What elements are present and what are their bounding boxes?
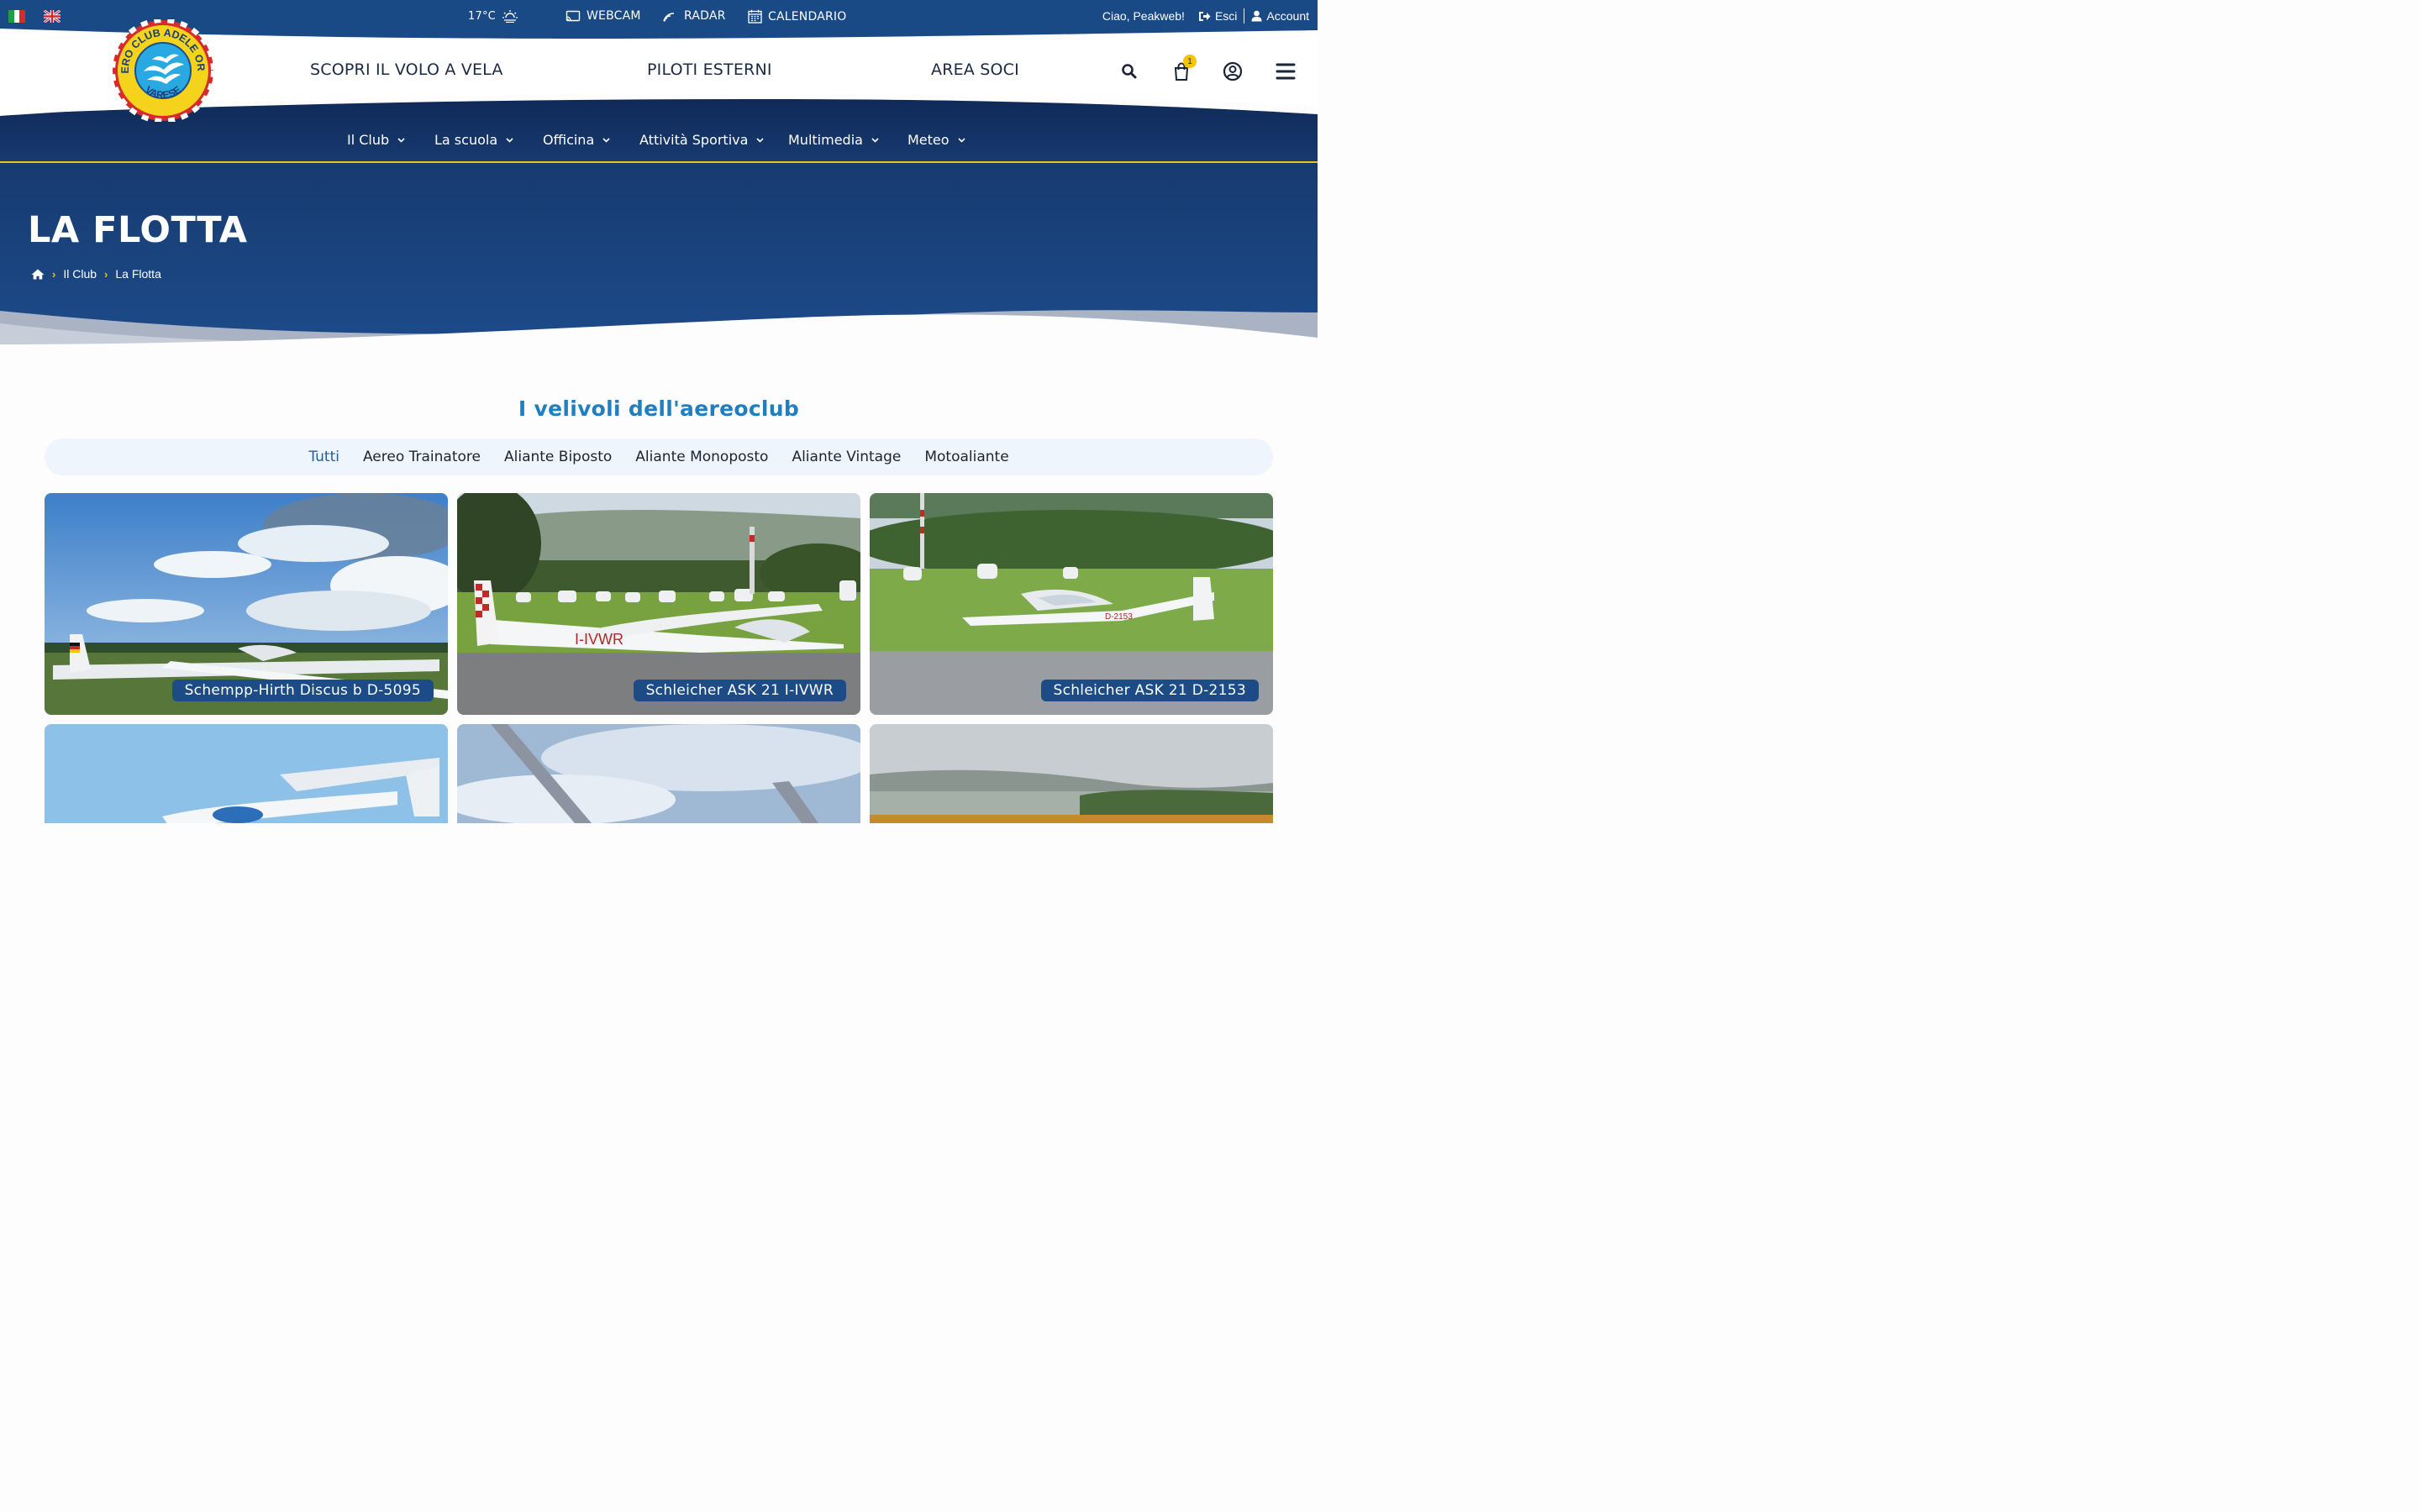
calendar-icon (748, 9, 762, 24)
account-link[interactable]: Account (1251, 9, 1309, 23)
user-area: Ciao, Peakweb! Esci Account (1102, 8, 1309, 24)
temperature-widget: 17°C (468, 9, 518, 23)
fleet-card[interactable]: Schempp-Hirth Discus b D-5095 (45, 493, 448, 715)
filter-tutti[interactable]: Tutti (308, 449, 339, 465)
glider-photo (45, 724, 448, 823)
fleet-card[interactable]: D-2153 Schleicher ASK 21 D-2153 (870, 493, 1273, 715)
filter-aliante-monoposto[interactable]: Aliante Monoposto (635, 449, 768, 465)
subnav-label: Meteo (908, 132, 950, 148)
chevron-down-icon (602, 137, 610, 143)
calendar-label: CALENDARIO (768, 9, 847, 24)
subnav-label: La scuola (434, 132, 498, 148)
home-icon[interactable] (31, 269, 45, 280)
section-title: I velivoli dell'aereoclub (518, 396, 800, 421)
subnav-label: Il Club (347, 132, 390, 148)
radar-label: RADAR (684, 9, 726, 23)
webcam-label: WEBCAM (587, 9, 641, 23)
filter-aereo-trainatore[interactable]: Aereo Trainatore (363, 449, 481, 465)
nav-divider-line (0, 161, 1318, 163)
page-title: LA FLOTTA (28, 209, 248, 251)
fleet-card[interactable] (45, 724, 448, 823)
card-caption: Schempp-Hirth Discus b D-5095 (171, 680, 434, 701)
subnav-il-club[interactable]: Il Club (347, 132, 405, 148)
subnav-attivita-sportiva[interactable]: Attività Sportiva (639, 132, 764, 148)
breadcrumb-separator: › (52, 267, 56, 281)
aeroclub-logo[interactable]: AERO CLUB ADELE ORSI VARESE (112, 19, 214, 122)
italian-flag-icon[interactable] (8, 10, 26, 23)
temperature-value: 17°C (468, 9, 496, 23)
english-flag-icon[interactable] (44, 10, 60, 23)
glider-photo (870, 724, 1273, 823)
subnav-meteo[interactable]: Meteo (908, 132, 965, 148)
breadcrumb-separator: › (104, 267, 108, 281)
radar-link[interactable]: RADAR (663, 9, 726, 23)
filter-motoaliante[interactable]: Motoaliante (924, 449, 1008, 465)
glider-photo (457, 724, 860, 823)
breadcrumb-item[interactable]: Il Club (63, 267, 97, 281)
nav-scopri-volo-a-vela[interactable]: SCOPRI IL VOLO A VELA (310, 60, 503, 79)
nav-area-soci[interactable]: AREA SOCI (931, 60, 1019, 79)
sign-out-icon (1198, 11, 1211, 21)
user-icon (1251, 10, 1262, 22)
glider-registration: D-2153 (1105, 612, 1133, 622)
sun-fog-icon (502, 10, 518, 23)
chevron-down-icon (957, 137, 965, 143)
search-icon[interactable] (1118, 60, 1140, 82)
filter-aliante-biposto[interactable]: Aliante Biposto (504, 449, 612, 465)
calendar-link[interactable]: CALENDARIO (748, 9, 846, 24)
nav-piloti-esterni[interactable]: PILOTI ESTERNI (647, 60, 772, 79)
subnav-la-scuola[interactable]: La scuola (434, 132, 513, 148)
fleet-card[interactable]: I-IVWR Schleicher ASK 21 I-IVWR (457, 493, 860, 715)
user-greeting: Ciao, Peakweb! (1102, 9, 1185, 23)
account-label: Account (1266, 9, 1309, 23)
glider-registration: I-IVWR (575, 631, 623, 648)
subnav-label: Officina (543, 132, 595, 148)
breadcrumb: › Il Club › La Flotta (31, 267, 161, 281)
card-caption: Schleicher ASK 21 I-IVWR (633, 680, 846, 701)
radar-icon (663, 13, 675, 22)
chevron-down-icon (397, 137, 405, 143)
chevron-down-icon (756, 137, 764, 143)
page: 17°C WEBCAM RADAR CALENDARIO Ciao, Peakw… (0, 0, 1318, 823)
category-filter-bar: Tutti Aereo Trainatore Aliante Biposto A… (45, 438, 1273, 475)
fleet-card[interactable] (870, 724, 1273, 823)
subnav-label: Attività Sportiva (639, 132, 749, 148)
chevron-down-icon (506, 137, 513, 143)
chevron-down-icon (871, 137, 879, 143)
hamburger-menu-icon[interactable] (1275, 60, 1297, 82)
cart-count-badge: 1 (1183, 55, 1197, 68)
filter-aliante-vintage[interactable]: Aliante Vintage (792, 449, 901, 465)
fleet-card[interactable] (457, 724, 860, 823)
logout-link[interactable]: Esci (1198, 9, 1237, 23)
webcam-link[interactable]: WEBCAM (566, 9, 641, 23)
user-circle-icon[interactable] (1222, 60, 1244, 82)
logout-label: Esci (1214, 9, 1238, 23)
sub-nav: Il Club La scuola Officina Attività Spor… (0, 132, 1318, 152)
subnav-label: Multimedia (788, 132, 863, 148)
cast-icon (566, 10, 581, 22)
card-caption: Schleicher ASK 21 D-2153 (1040, 680, 1259, 701)
breadcrumb-current: La Flotta (115, 267, 161, 281)
subnav-multimedia[interactable]: Multimedia (788, 132, 879, 148)
subnav-officina[interactable]: Officina (543, 132, 610, 148)
